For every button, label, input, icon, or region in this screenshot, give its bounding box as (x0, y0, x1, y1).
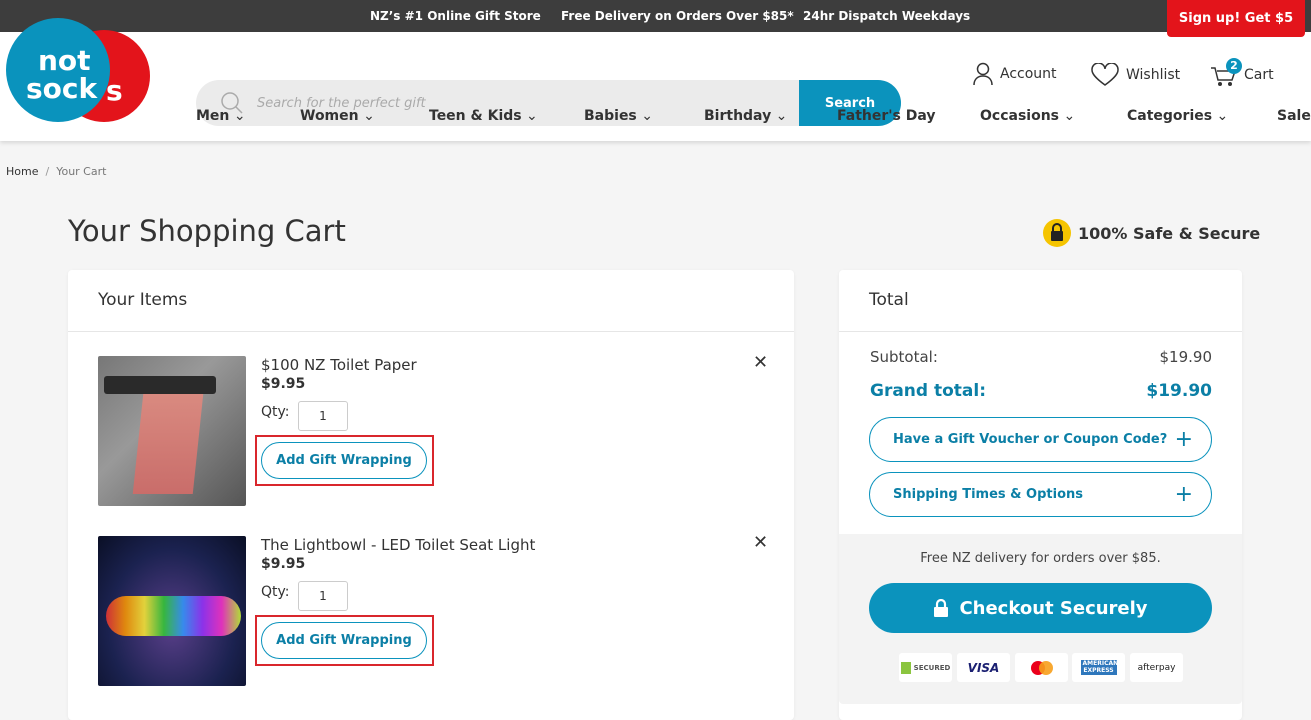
item-price: $9.95 (261, 376, 306, 392)
plus-icon: + (1174, 482, 1193, 507)
nav-item-categories[interactable]: Categories ⌄ (1127, 108, 1228, 124)
items-card: Your Items $100 NZ Toilet Paper $9.95 Qt… (68, 270, 794, 720)
heart-icon (1091, 63, 1119, 86)
breadcrumb: Home / Your Cart (6, 165, 106, 178)
nav-label: Occasions (980, 108, 1059, 124)
quantity-input[interactable]: 1 (298, 401, 348, 431)
cart-count-badge: 2 (1226, 58, 1242, 74)
free-delivery-note: Free NZ delivery for orders over $85. (920, 551, 1161, 566)
qty-label: Qty: (261, 584, 290, 600)
account-link[interactable]: Account (972, 62, 1057, 86)
total-card: Total Subtotal: $19.90 Grand total: $19.… (839, 270, 1242, 720)
cart-item: $100 NZ Toilet Paper $9.95 Qty: 1 Add Gi… (98, 352, 768, 506)
chevron-down-icon: ⌄ (229, 108, 246, 124)
nav-label: Men (196, 108, 230, 124)
nav-label: Birthday (704, 108, 772, 124)
visa-icon: VISA (957, 653, 1010, 682)
nav-label: Babies (584, 108, 637, 124)
nav-item-father-s-day[interactable]: Father's Day (837, 108, 936, 124)
quantity-input[interactable]: 1 (298, 581, 348, 611)
chevron-down-icon: ⌄ (1212, 108, 1229, 124)
svg-text:s: s (106, 74, 123, 107)
voucher-label: Have a Gift Voucher or Coupon Code? (893, 432, 1168, 447)
total-card-title: Total (839, 270, 1242, 332)
item-name[interactable]: The Lightbowl - LED Toilet Seat Light (261, 536, 535, 554)
secure-text: 100% Safe & Secure (1078, 223, 1261, 243)
add-gift-wrapping-button[interactable]: Add Gift Wrapping (261, 622, 427, 659)
remove-item-icon[interactable]: ✕ (753, 532, 768, 553)
item-name[interactable]: $100 NZ Toilet Paper (261, 356, 417, 374)
add-gift-wrapping-button[interactable]: Add Gift Wrapping (261, 442, 427, 479)
afterpay-icon: afterpay (1130, 653, 1183, 682)
nav-label: Women (300, 108, 359, 124)
nav-item-babies[interactable]: Babies ⌄ (584, 108, 653, 124)
grand-total-row: Grand total: $19.90 (870, 381, 1212, 401)
signup-button[interactable]: Sign up! Get $5 (1167, 0, 1305, 37)
announcement-text: Free Delivery on Orders Over $85* (561, 9, 794, 23)
subtotal-label: Subtotal: (870, 348, 938, 366)
cart-label: Cart (1244, 67, 1274, 83)
breadcrumb-separator: / (45, 165, 50, 178)
cart-item: The Lightbowl - LED Toilet Seat Light $9… (98, 532, 768, 686)
notsocks-logo[interactable]: not sock s (6, 18, 151, 126)
breadcrumb-home[interactable]: Home (6, 165, 38, 178)
nav-item-sale[interactable]: Sale (1277, 108, 1311, 124)
nav-label: Father's Day (837, 108, 936, 124)
account-label: Account (1000, 66, 1057, 82)
checkout-section: Free NZ delivery for orders over $85. Ch… (839, 534, 1242, 704)
checkout-label: Checkout Securely (959, 597, 1148, 619)
nav-label: Teen & Kids (429, 108, 522, 124)
lock-icon (934, 599, 949, 617)
nav-item-occasions[interactable]: Occasions ⌄ (980, 108, 1075, 124)
chevron-down-icon: ⌄ (636, 108, 653, 124)
nav-item-men[interactable]: Men ⌄ (196, 108, 246, 124)
announcement-text: NZ’s #1 Online Gift Store (370, 9, 541, 23)
amex-icon: AMERICAN EXPRESS (1072, 653, 1125, 682)
nav-item-women[interactable]: Women ⌄ (300, 108, 375, 124)
page-title: Your Shopping Cart (68, 214, 346, 248)
product-image[interactable] (98, 536, 246, 686)
qty-label: Qty: (261, 404, 290, 420)
shipping-label: Shipping Times & Options (893, 487, 1083, 502)
announcement-text: 24hr Dispatch Weekdays (803, 9, 971, 23)
cart-link[interactable]: 2 Cart (1210, 58, 1274, 88)
nav-label: Sale (1277, 108, 1311, 124)
shipping-toggle[interactable]: Shipping Times & Options + (869, 472, 1212, 517)
chevron-down-icon: ⌄ (358, 108, 375, 124)
breadcrumb-current: Your Cart (56, 165, 107, 178)
nav-label: Categories (1127, 108, 1213, 124)
nav-item-teen-kids[interactable]: Teen & Kids ⌄ (429, 108, 538, 124)
checkout-button[interactable]: Checkout Securely (869, 583, 1212, 633)
plus-icon: + (1174, 427, 1193, 452)
wishlist-link[interactable]: Wishlist (1090, 63, 1180, 87)
product-image[interactable] (98, 356, 246, 506)
nav-item-birthday[interactable]: Birthday ⌄ (704, 108, 787, 124)
items-card-title: Your Items (68, 270, 794, 332)
subtotal-value: $19.90 (1159, 348, 1213, 366)
user-icon (973, 62, 993, 86)
svg-text:sock: sock (26, 72, 99, 105)
chevron-down-icon: ⌄ (1059, 108, 1076, 124)
announcement-bar: NZ’s #1 Online Gift Store Free Delivery … (0, 0, 1311, 32)
mastercard-icon (1015, 653, 1068, 682)
chevron-down-icon: ⌄ (521, 108, 538, 124)
grand-total-value: $19.90 (1146, 381, 1212, 401)
voucher-toggle[interactable]: Have a Gift Voucher or Coupon Code? + (869, 417, 1212, 462)
secured-badge-icon: SECURED (899, 653, 952, 682)
grand-total-label: Grand total: (870, 381, 987, 401)
remove-item-icon[interactable]: ✕ (753, 352, 768, 373)
item-price: $9.95 (261, 556, 306, 572)
subtotal-row: Subtotal: $19.90 (870, 348, 1212, 366)
wishlist-label: Wishlist (1126, 67, 1181, 83)
chevron-down-icon: ⌄ (771, 108, 788, 124)
site-header: Search for the perfect gift Search Accou… (0, 32, 1311, 141)
padlock-badge-icon (1043, 219, 1071, 247)
secure-badge: 100% Safe & Secure (1042, 218, 1260, 248)
